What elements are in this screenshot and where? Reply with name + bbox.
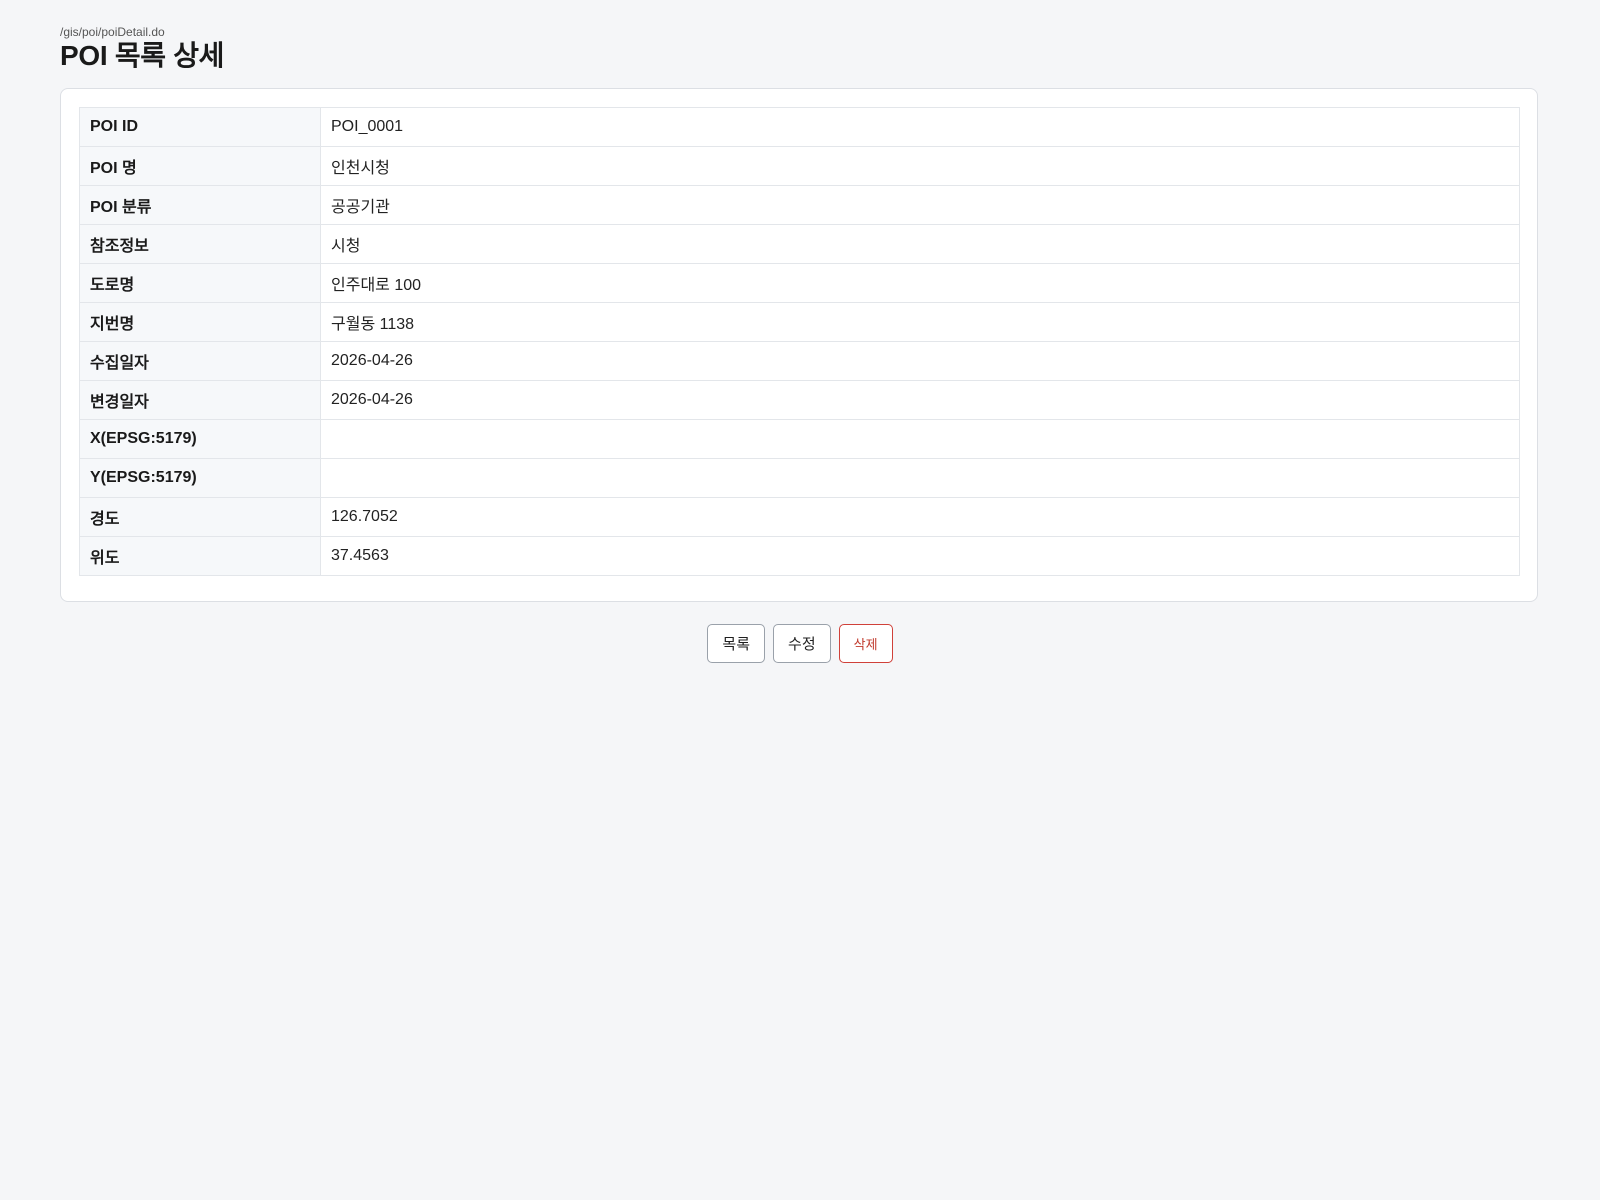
list-button[interactable]: 목록 bbox=[707, 624, 766, 663]
row-value-y-coord bbox=[320, 458, 1520, 498]
row-value-collected-date: 2026-04-26 bbox=[320, 341, 1520, 381]
table-row: POI ID POI_0001 bbox=[79, 107, 1520, 147]
row-label-latitude: 위도 bbox=[79, 536, 321, 576]
table-row: 위도 37.4563 bbox=[79, 536, 1520, 576]
row-label-poi-category: POI 분류 bbox=[79, 185, 321, 225]
row-value-poi-name: 인천시청 bbox=[320, 146, 1520, 186]
table-row: 지번명 구월동 1138 bbox=[79, 302, 1520, 342]
row-value-modified-date: 2026-04-26 bbox=[320, 380, 1520, 420]
row-label-x-coord: X(EPSG:5179) bbox=[79, 419, 321, 459]
row-value-latitude: 37.4563 bbox=[320, 536, 1520, 576]
row-value-x-coord bbox=[320, 419, 1520, 459]
row-label-lot-address: 지번명 bbox=[79, 302, 321, 342]
edit-button[interactable]: 수정 bbox=[773, 624, 831, 663]
row-value-poi-id: POI_0001 bbox=[320, 107, 1520, 147]
row-value-lot-address: 구월동 1138 bbox=[320, 302, 1520, 342]
row-label-poi-id: POI ID bbox=[79, 107, 321, 147]
detail-table: POI ID POI_0001 POI 명 인천시청 POI 분류 공공기관 참… bbox=[79, 107, 1520, 576]
table-row: Y(EPSG:5179) bbox=[79, 458, 1520, 498]
action-buttons: 목록 수정 삭제 bbox=[0, 624, 1600, 663]
row-value-longitude: 126.7052 bbox=[320, 497, 1520, 537]
table-row: 경도 126.7052 bbox=[79, 497, 1520, 537]
table-row: POI 분류 공공기관 bbox=[79, 185, 1520, 225]
row-label-longitude: 경도 bbox=[79, 497, 321, 537]
row-label-collected-date: 수집일자 bbox=[79, 341, 321, 381]
table-row: X(EPSG:5179) bbox=[79, 419, 1520, 459]
row-label-poi-name: POI 명 bbox=[79, 146, 321, 186]
table-row: 도로명 인주대로 100 bbox=[79, 263, 1520, 303]
page: /gis/poi/poiDetail.do POI 목록 상세 POI ID P… bbox=[0, 0, 1600, 1200]
table-row: 수집일자 2026-04-26 bbox=[79, 341, 1520, 381]
page-title: POI 목록 상세 bbox=[60, 40, 225, 71]
row-value-road-address: 인주대로 100 bbox=[320, 263, 1520, 303]
row-label-modified-date: 변경일자 bbox=[79, 380, 321, 420]
row-label-road-address: 도로명 bbox=[79, 263, 321, 303]
detail-card: POI ID POI_0001 POI 명 인천시청 POI 분류 공공기관 참… bbox=[60, 88, 1538, 602]
row-label-reference-info: 참조정보 bbox=[79, 224, 321, 264]
row-label-y-coord: Y(EPSG:5179) bbox=[79, 458, 321, 498]
row-value-poi-category: 공공기관 bbox=[320, 185, 1520, 225]
table-row: 변경일자 2026-04-26 bbox=[79, 380, 1520, 420]
row-value-reference-info: 시청 bbox=[320, 224, 1520, 264]
table-row: POI 명 인천시청 bbox=[79, 146, 1520, 186]
delete-button[interactable]: 삭제 bbox=[838, 624, 893, 663]
table-row: 참조정보 시청 bbox=[79, 224, 1520, 264]
